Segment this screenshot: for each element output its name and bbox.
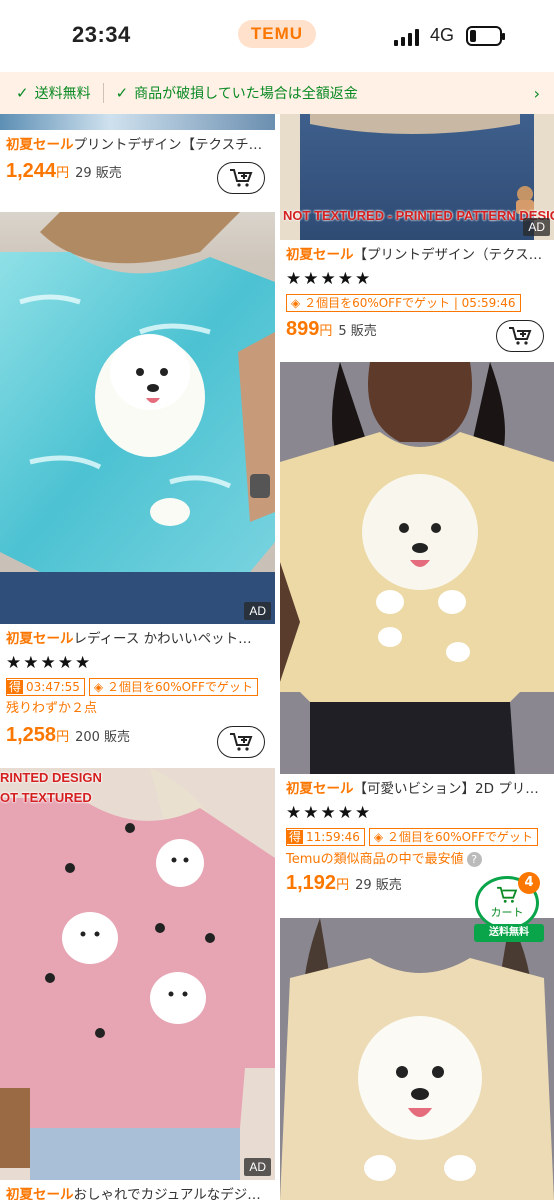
product-image[interactable]: AD	[0, 212, 275, 624]
benefits-banner[interactable]: ✓ 送料無料 ✓ 商品が破損していた場合は全額返金 ›	[0, 72, 554, 114]
rating-stars: ★★★★★	[286, 269, 373, 289]
status-time: 23:34	[72, 22, 131, 47]
check-icon: ✓	[115, 84, 129, 102]
product-title[interactable]: 初夏セールプリントデザイン【テクスチ…	[6, 134, 269, 156]
product-image[interactable]: RINTED DESIGN OT TEXTURED AD	[0, 768, 275, 1180]
floating-cart-button[interactable]: カート 4 送料無料	[474, 872, 546, 946]
check-icon: ✓	[16, 84, 29, 102]
countdown: 11:59:46	[306, 830, 360, 844]
sold-count: 200 販売	[75, 730, 131, 745]
product-title[interactable]: 初夏セールおしゃれでカジュアルなデジ…	[6, 1184, 269, 1200]
network-type: 4G	[430, 25, 455, 45]
product-title[interactable]: 初夏セール【可愛いビション】2D プリン…	[286, 778, 548, 800]
product-image[interactable]: NOT TEXTURED - PRINTED PATTERN DESIGN AD	[280, 114, 554, 240]
deal-badge: ◈ ２個目を60%OFFでゲット | 05:59:46	[286, 294, 521, 312]
deal-badge: ◈ ２個目を60%OFFでゲット	[368, 828, 538, 846]
product-card[interactable]: RINTED DESIGN OT TEXTURED AD 初夏セールおしゃれでカ…	[0, 768, 275, 1200]
cart-icon	[497, 886, 518, 903]
product-card[interactable]: AD 初夏セールレディース かわいいペット… ★★★★★ 得 03:47:55 ◈…	[0, 212, 275, 758]
status-bar: 23:34 TEMU 4G	[0, 0, 554, 72]
rating-stars: ★★★★★	[6, 653, 93, 673]
cart-plus-icon	[230, 733, 253, 751]
sold-count: 5 販売	[338, 324, 377, 339]
tag-icon: ◈	[373, 830, 384, 844]
product-price: 899	[286, 318, 320, 340]
product-title[interactable]: 初夏セールレディース かわいいペット…	[6, 628, 269, 650]
signal-icon	[394, 28, 419, 46]
add-to-cart-button[interactable]	[217, 162, 265, 194]
product-card[interactable]	[280, 918, 554, 1200]
countdown: 03:47:55	[26, 680, 80, 694]
free-shipping-badge: 送料無料	[474, 924, 544, 942]
add-to-cart-button[interactable]	[496, 320, 544, 352]
product-price: 1,258	[6, 724, 57, 746]
product-image[interactable]	[280, 362, 554, 774]
stock-warning: 残りわずか２点	[6, 701, 98, 716]
lowest-price-note: Temuの類似商品の中で最安値?	[286, 848, 548, 872]
overlay-text: OT TEXTURED	[0, 790, 92, 805]
divider	[102, 83, 104, 103]
rating-stars: ★★★★★	[286, 803, 373, 823]
battery-icon	[466, 26, 505, 46]
cart-label: カート	[490, 906, 524, 919]
product-card[interactable]: NOT TEXTURED - PRINTED PATTERN DESIGN AD…	[280, 114, 554, 352]
product-title[interactable]: 初夏セール【プリントデザイン（テクスチ…	[286, 244, 548, 266]
add-to-cart-button[interactable]	[217, 726, 265, 758]
ad-badge: AD	[244, 1158, 271, 1176]
promo-row: 得 03:47:55 ◈ ２個目を60%OFFでゲット	[6, 676, 269, 698]
cart-plus-icon	[509, 327, 532, 345]
refund-label: 商品が破損していた場合は全額返金	[134, 86, 358, 102]
product-image[interactable]	[280, 918, 554, 1200]
chevron-right-icon[interactable]: ›	[534, 84, 540, 103]
overlay-text: NOT TEXTURED - PRINTED PATTERN DESIGN	[283, 208, 554, 223]
free-shipping-label: 送料無料	[34, 86, 91, 102]
sold-count: 29 販売	[75, 166, 122, 181]
product-card[interactable]: 初夏セールプリントデザイン【テクスチ… 1,244 円 29 販売	[0, 114, 275, 204]
cart-count-badge: 4	[518, 872, 540, 894]
cart-plus-icon	[230, 169, 253, 187]
product-image[interactable]	[0, 114, 275, 130]
countdown: 05:59:46	[461, 296, 516, 310]
promo-row: ◈ ２個目を60%OFFでゲット | 05:59:46	[286, 292, 548, 314]
deal-badge: ◈ ２個目を60%OFFでゲット	[88, 678, 258, 696]
product-price: 1,244	[6, 160, 57, 182]
product-card[interactable]: 初夏セール【可愛いビション】2D プリン… ★★★★★ 得 11:59:46 ◈ …	[280, 362, 554, 910]
overlay-text: RINTED DESIGN	[0, 770, 102, 785]
help-icon: ?	[466, 852, 482, 867]
ad-badge: AD	[244, 602, 271, 620]
ad-badge: AD	[523, 218, 550, 236]
sold-count: 29 販売	[355, 878, 402, 893]
tag-icon: ◈	[93, 680, 104, 694]
product-feed[interactable]: 初夏セールプリントデザイン【テクスチ… 1,244 円 29 販売 AD 初夏セ…	[0, 114, 554, 1200]
tag-icon: ◈	[291, 296, 301, 310]
promo-row: 得 11:59:46 ◈ ２個目を60%OFFでゲット	[286, 826, 548, 848]
product-price: 1,192	[286, 872, 337, 894]
temu-logo[interactable]: TEMU	[238, 20, 316, 48]
